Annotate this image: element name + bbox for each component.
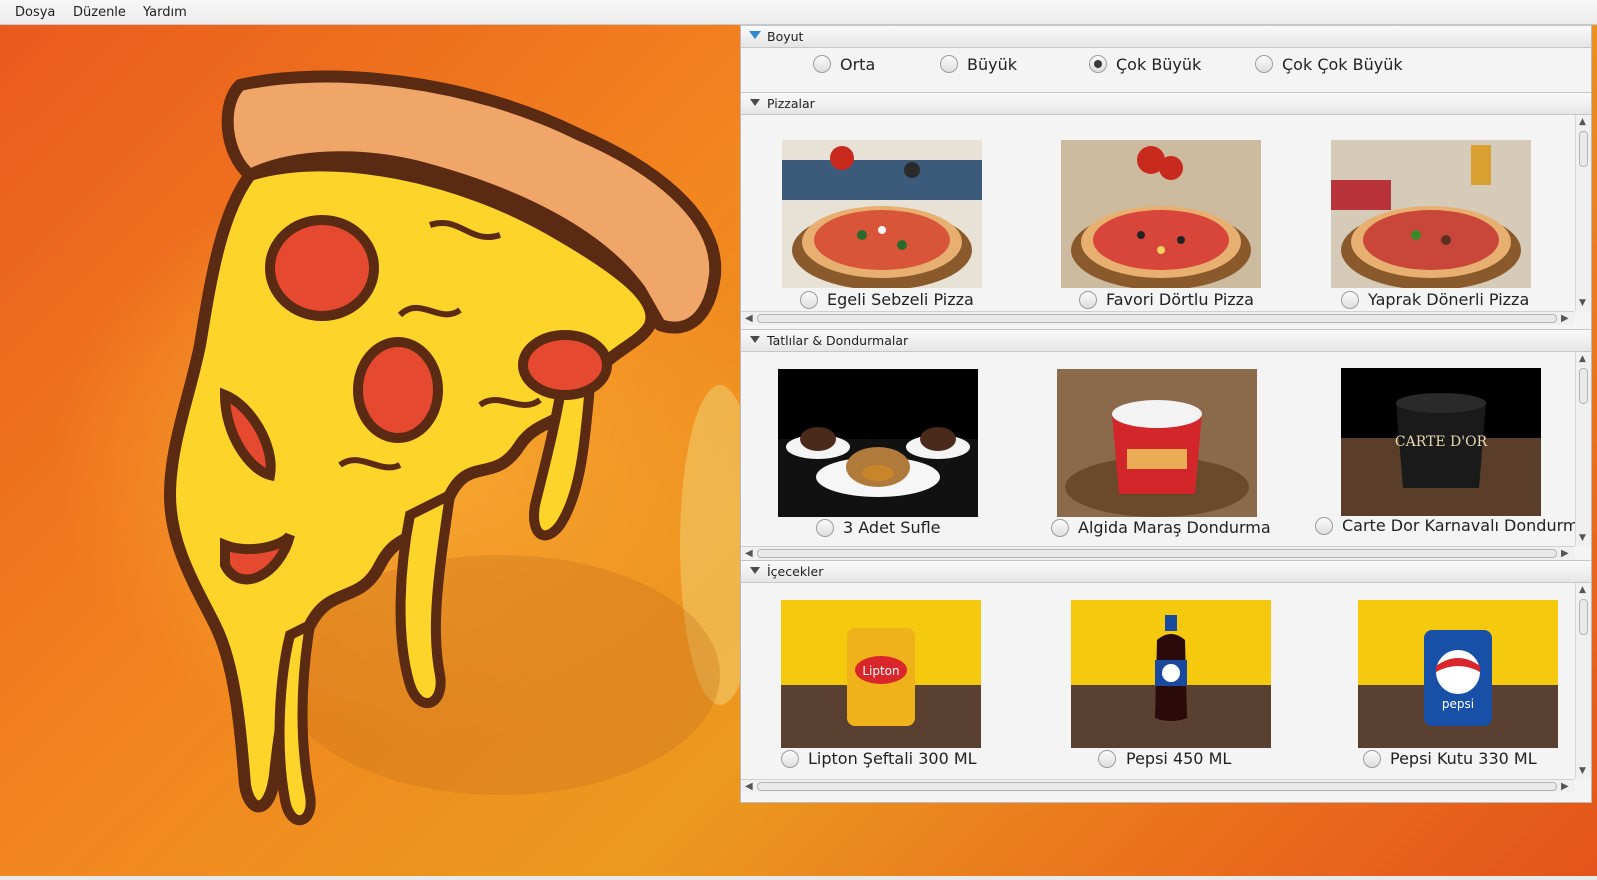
- drink-image: [1071, 600, 1271, 748]
- svg-text:Lipton: Lipton: [862, 664, 899, 678]
- size-label-orta: Orta: [840, 55, 876, 74]
- tatlilar-list[interactable]: 3 Adet Sufle Algida Maraş Dondurma CARTE…: [741, 352, 1591, 560]
- horizontal-scrollbar[interactable]: ◀ ▶: [741, 311, 1574, 325]
- vertical-scrollbar[interactable]: ▲ ▼: [1575, 352, 1591, 546]
- product-name: Pepsi Kutu 330 ML: [1390, 749, 1537, 768]
- product-name: Algida Maraş Dondurma: [1078, 518, 1271, 537]
- dessert-image: [778, 369, 978, 517]
- icecekler-title: İçecekler: [767, 564, 824, 579]
- icecekler-list[interactable]: Lipton Lipton Şeftali 300 ML Pepsi 450 M…: [741, 583, 1591, 801]
- boyut-titlebar[interactable]: Boyut: [741, 25, 1591, 48]
- size-radio-cok-cok-buyuk[interactable]: [1255, 55, 1273, 73]
- product-name: Favori Dörtlu Pizza: [1106, 290, 1254, 309]
- product-radio[interactable]: [1363, 750, 1381, 768]
- pizza-image: [782, 140, 982, 288]
- product-radio[interactable]: [1341, 291, 1359, 309]
- order-panel: Boyut Orta Büyük Çok Büyük Çok Çok Büyük…: [740, 25, 1592, 803]
- size-label-cok-buyuk: Çok Büyük: [1116, 55, 1202, 74]
- pizzalar-title: Pizzalar: [767, 96, 815, 111]
- pizzalar-titlebar[interactable]: Pizzalar: [741, 92, 1591, 115]
- drink-image: pepsi: [1358, 600, 1558, 748]
- product-radio[interactable]: [1098, 750, 1116, 768]
- boyut-options: Orta Büyük Çok Büyük Çok Çok Büyük: [741, 48, 1591, 92]
- dessert-image: CARTE D'OR: [1341, 368, 1541, 516]
- collapse-arrow-icon: [750, 567, 760, 574]
- boyut-title: Boyut: [767, 29, 804, 44]
- product-radio[interactable]: [800, 291, 818, 309]
- product-name: 3 Adet Sufle: [843, 518, 941, 537]
- product-radio[interactable]: [816, 519, 834, 537]
- product-name: Carte Dor Karnavalı Dondurma: [1342, 516, 1589, 535]
- expand-arrow-icon: [749, 31, 761, 39]
- horizontal-scrollbar[interactable]: ◀ ▶: [741, 546, 1574, 560]
- size-radio-cok-buyuk[interactable]: [1089, 55, 1107, 73]
- pizza-image: [1061, 140, 1261, 288]
- pizzalar-list[interactable]: Egeli Sebzeli Pizza Favori Dörtlu Pizza: [741, 115, 1591, 325]
- tatlilar-titlebar[interactable]: Tatlılar & Dondurmalar: [741, 329, 1591, 352]
- vertical-scrollbar[interactable]: ▲ ▼: [1575, 583, 1591, 779]
- product-name: Yaprak Dönerli Pizza: [1368, 290, 1530, 309]
- size-radio-orta[interactable]: [813, 55, 831, 73]
- collapse-arrow-icon: [750, 336, 760, 343]
- size-radio-buyuk[interactable]: [940, 55, 958, 73]
- svg-text:CARTE D'OR: CARTE D'OR: [1395, 434, 1488, 450]
- product-radio[interactable]: [1051, 519, 1069, 537]
- tatlilar-title: Tatlılar & Dondurmalar: [767, 333, 909, 348]
- product-radio[interactable]: [1315, 517, 1333, 535]
- menu-bar: Dosya Düzenle Yardım: [0, 0, 1597, 25]
- menu-duzenle[interactable]: Düzenle: [73, 5, 126, 20]
- product-radio[interactable]: [781, 750, 799, 768]
- dessert-image: [1057, 369, 1257, 517]
- svg-text:pepsi: pepsi: [1442, 697, 1474, 711]
- icecekler-titlebar[interactable]: İçecekler: [741, 560, 1591, 583]
- product-radio[interactable]: [1079, 291, 1097, 309]
- size-label-cok-cok-buyuk: Çok Çok Büyük: [1282, 55, 1403, 74]
- product-name: Lipton Şeftali 300 ML: [808, 749, 977, 768]
- product-name: Pepsi 450 ML: [1126, 749, 1232, 768]
- horizontal-scrollbar[interactable]: ◀ ▶: [741, 779, 1574, 793]
- product-name: Egeli Sebzeli Pizza: [827, 290, 974, 309]
- vertical-scrollbar[interactable]: ▲ ▼: [1575, 115, 1591, 311]
- pizza-image: [1331, 140, 1531, 288]
- menu-dosya[interactable]: Dosya: [15, 5, 55, 20]
- collapse-arrow-icon: [750, 99, 760, 106]
- size-label-buyuk: Büyük: [967, 55, 1017, 74]
- menu-yardim[interactable]: Yardım: [143, 5, 187, 20]
- drink-image: Lipton: [781, 600, 981, 748]
